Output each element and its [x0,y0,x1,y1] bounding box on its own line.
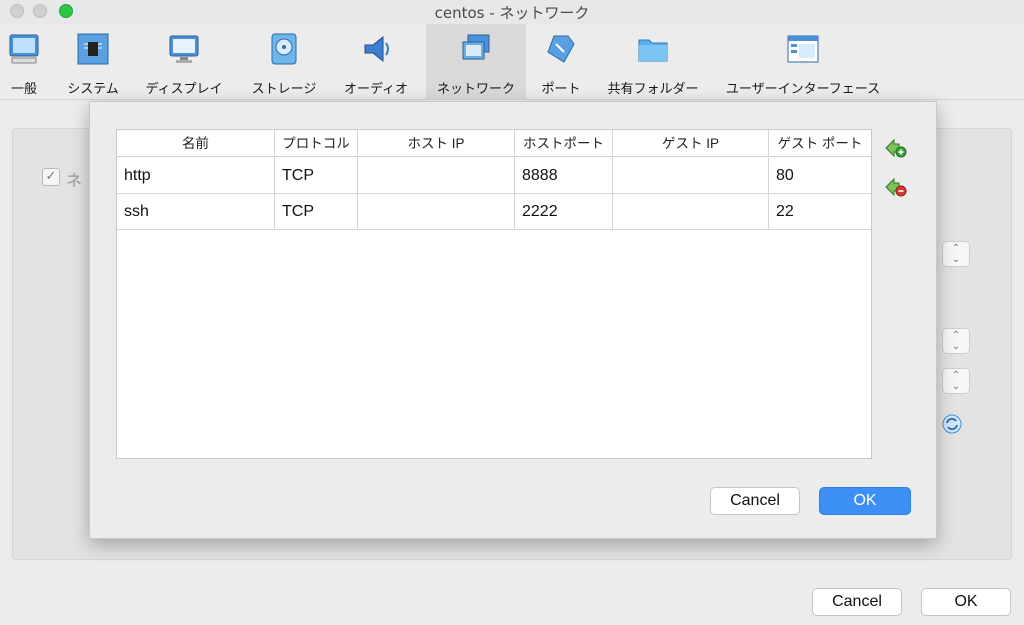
cell-host-port[interactable]: 2222 [515,194,613,230]
adapter-type-select[interactable]: ⌃ ⌄ [942,328,970,354]
port-forwarding-table: 名前 プロトコル ホスト IP ホストポート ゲスト IP ゲスト ポート ht… [116,129,872,459]
cell-guest-ip[interactable] [613,158,769,194]
column-header-name[interactable]: 名前 [117,130,275,157]
column-header-guest-port[interactable]: ゲスト ポート [769,130,871,157]
cell-guest-port[interactable]: 80 [769,158,871,194]
toolbar-item-user-interface[interactable]: ユーザーインターフェース [720,24,886,100]
settings-cancel-button[interactable]: Cancel [812,588,902,616]
settings-ok-button[interactable]: OK [921,588,1011,616]
table-row[interactable]: http TCP 8888 80 [117,158,871,194]
shared-folder-icon [638,39,668,62]
cell-guest-port[interactable]: 22 [769,194,871,230]
toolbar-item-display[interactable]: ディスプレイ [138,24,230,100]
cell-host-ip[interactable] [358,158,515,194]
toolbar-item-storage[interactable]: ストレージ [242,24,326,100]
column-header-guest-ip[interactable]: ゲスト IP [613,130,769,157]
remove-rule-icon[interactable] [883,174,907,198]
dialog-ok-button[interactable]: OK [819,487,911,515]
window-title: centos - ネットワーク [434,4,590,22]
cell-host-port[interactable]: 8888 [515,158,613,194]
attached-to-select[interactable]: ⌃ ⌄ [942,241,970,267]
user-interface-icon [787,35,819,63]
audio-icon [364,35,389,63]
display-icon [169,35,199,63]
toolbar-item-general[interactable]: 一般 [0,24,48,100]
toolbar-item-ports[interactable]: ポート [532,24,590,100]
toolbar-item-system[interactable]: システム [60,24,126,100]
toolbar-item-network[interactable]: ネットワーク [426,24,526,100]
toolbar-item-audio[interactable]: オーディオ [336,24,416,100]
cell-protocol[interactable]: TCP [275,194,358,230]
cell-name[interactable]: ssh [117,194,275,230]
storage-icon [271,33,297,65]
port-forwarding-dialog: 名前 プロトコル ホスト IP ホストポート ゲスト IP ゲスト ポート ht… [89,101,937,539]
cell-guest-ip[interactable] [613,194,769,230]
settings-toolbar: 一般 システム ディスプレイ ストレージ オーディオ ネットワーク ポート 共有… [0,24,1024,100]
cell-protocol[interactable]: TCP [275,158,358,194]
table-row[interactable]: ssh TCP 2222 22 [117,194,871,230]
refresh-mac-icon[interactable] [941,413,963,435]
column-header-protocol[interactable]: プロトコル [275,130,358,157]
enable-adapter-checkbox[interactable]: ✓ [42,168,60,186]
add-rule-icon[interactable] [883,135,907,159]
ports-icon [547,35,575,63]
system-icon [77,33,109,65]
title-bar: centos - ネットワーク [0,0,1024,24]
general-icon [9,34,39,64]
dialog-cancel-button[interactable]: Cancel [710,487,800,515]
column-header-host-port[interactable]: ホストポート [515,130,613,157]
enable-adapter-label: ネ [66,171,83,190]
column-header-host-ip[interactable]: ホスト IP [358,130,515,157]
cell-host-ip[interactable] [358,194,515,230]
table-header: 名前 プロトコル ホスト IP ホストポート ゲスト IP ゲスト ポート [117,130,871,157]
promiscuous-mode-select[interactable]: ⌃ ⌄ [942,368,970,394]
cell-name[interactable]: http [117,158,275,194]
network-icon [462,34,490,60]
toolbar-item-shared-folders[interactable]: 共有フォルダー [600,24,706,100]
